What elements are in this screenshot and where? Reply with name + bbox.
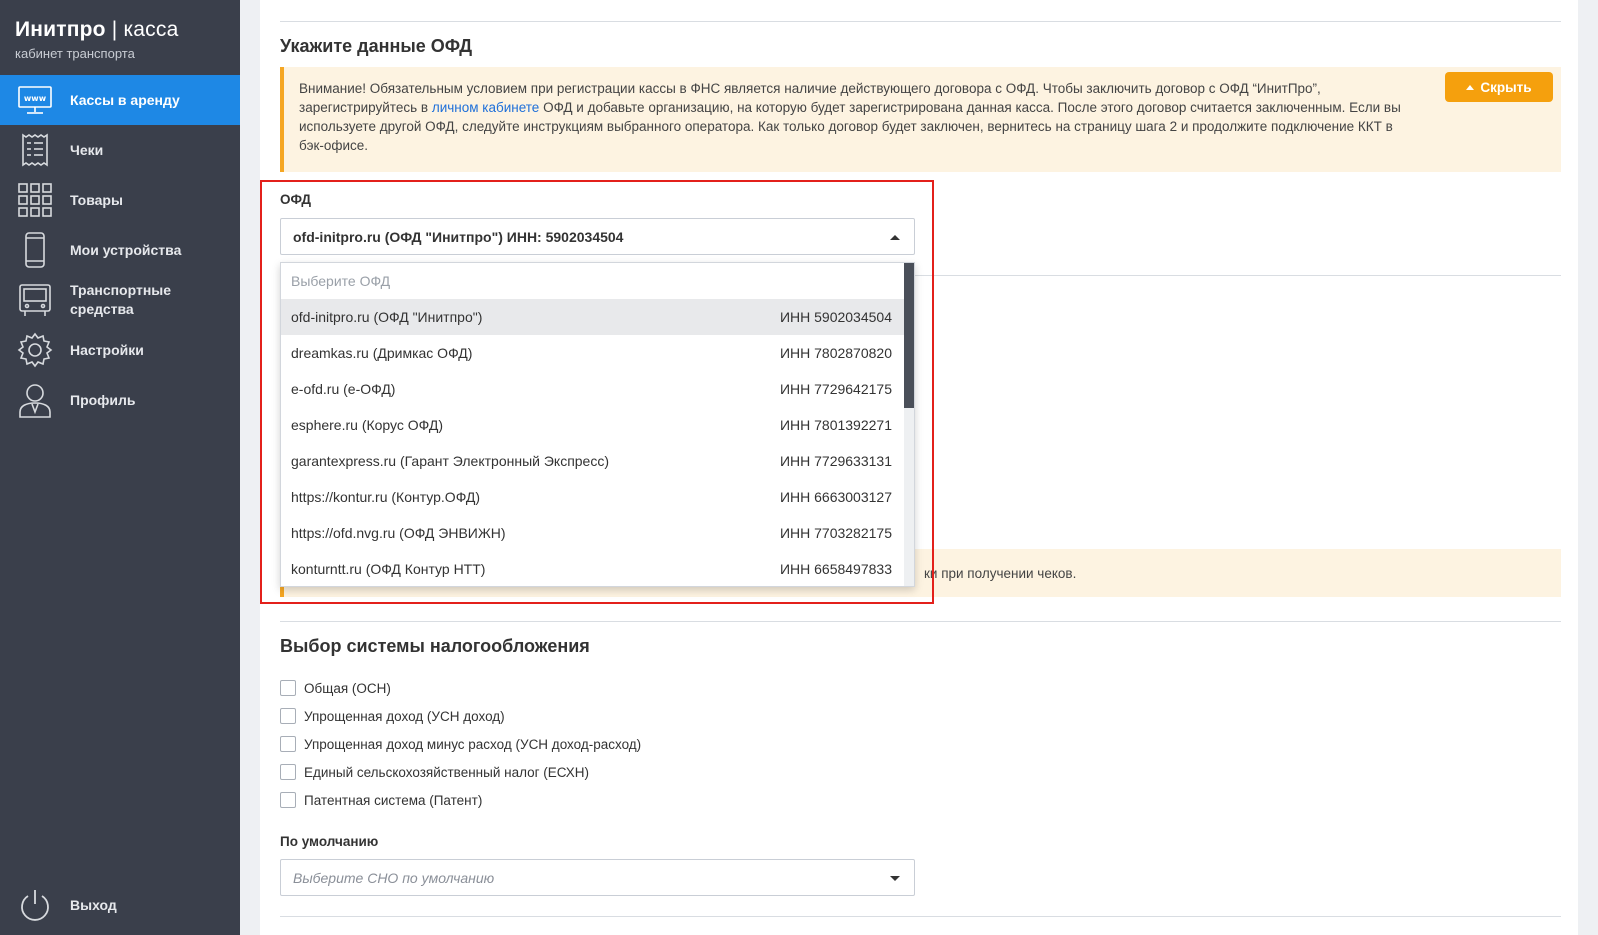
checkbox-label: Патентная система (Патент)	[304, 792, 483, 808]
bus-icon	[17, 282, 53, 318]
sidebar-item-label: Мои устройства	[70, 242, 182, 258]
checkbox[interactable]	[280, 792, 296, 808]
option-name: https://kontur.ru (Контур.ОФД)	[291, 489, 481, 505]
personal-cabinet-link[interactable]: личном кабинете	[432, 100, 540, 115]
brand-title: Инитпро | касса	[15, 18, 179, 41]
option-name: konturntt.ru (ОФД Контур НТТ)	[291, 561, 486, 577]
dropdown-placeholder: Выберите ОФД	[291, 273, 391, 289]
sidebar: Инитпро | касса кабинет транспорта www К…	[0, 0, 240, 935]
default-tax-placeholder: Выберите СНО по умолчанию	[293, 869, 495, 886]
sidebar-item-settings[interactable]: Настройки	[0, 325, 240, 375]
checkbox[interactable]	[280, 708, 296, 724]
divider	[280, 621, 1561, 622]
option-inn: ИНН 7729633131	[779, 453, 892, 469]
dropdown-option[interactable]: garantexpress.ru (Гарант Электронный Экс…	[281, 443, 914, 479]
dropdown-scrollbar-thumb[interactable]	[904, 263, 914, 408]
www-monitor-icon: www	[17, 82, 53, 118]
sidebar-item-label: Кассы в аренду	[70, 92, 180, 108]
user-icon	[17, 382, 53, 418]
checkbox[interactable]	[280, 680, 296, 696]
hide-button-label: Скрыть	[1480, 79, 1532, 95]
option-inn: ИНН 7729642175	[779, 381, 892, 397]
checkbox-label: Единый сельскохозяйственный налог (ЕСХН)	[304, 764, 590, 780]
ofd-notice: Внимание! Обязательным условием при реги…	[280, 67, 1561, 172]
ofd-select[interactable]: ofd-initpro.ru (ОФД "Инитпро") ИНН: 5902…	[280, 218, 915, 255]
default-tax-label: По умолчанию	[280, 834, 379, 849]
logout-label: Выход	[70, 897, 117, 913]
grid-icon	[17, 182, 53, 218]
dropdown-option[interactable]: https://ofd.nvg.ru (ОФД ЭНВИЖН) ИНН 77032…	[281, 515, 914, 551]
tax-option-eshn[interactable]: Единый сельскохозяйственный налог (ЕСХН)	[280, 764, 589, 780]
sidebar-item-receipts[interactable]: Чеки	[0, 125, 240, 175]
dropdown-option[interactable]: dreamkas.ru (Дримкас ОФД) ИНН 7802870820	[281, 335, 914, 371]
logout-button[interactable]: Выход	[0, 875, 240, 935]
dropdown-option[interactable]: https://kontur.ru (Контур.ОФД) ИНН 666300…	[281, 479, 914, 515]
triangle-up-icon	[1466, 84, 1475, 90]
option-name: esphere.ru (Корус ОФД)	[291, 417, 443, 433]
option-name: https://ofd.nvg.ru (ОФД ЭНВИЖН)	[291, 525, 506, 541]
ofd-field-label: ОФД	[280, 192, 311, 207]
tax-option-patent[interactable]: Патентная система (Патент)	[280, 792, 482, 808]
brand: Инитпро | касса кабинет транспорта	[0, 0, 240, 75]
dropdown-option[interactable]: esphere.ru (Корус ОФД) ИНН 7801392271	[281, 407, 914, 443]
sidebar-item-vehicles[interactable]: Транспортные средства	[0, 275, 240, 325]
option-inn: ИНН 5902034504	[779, 309, 892, 325]
checkbox[interactable]	[280, 764, 296, 780]
tax-section-title: Выбор системы налогообложения	[280, 636, 590, 656]
option-name: dreamkas.ru (Дримкас ОФД)	[291, 345, 473, 361]
sidebar-item-devices[interactable]: Мои устройства	[0, 225, 240, 275]
ofd-dropdown-list: Выберите ОФД ofd-initpro.ru (ОФД "Инитпр…	[280, 262, 915, 587]
notice-text: ки при получении чеков.	[924, 565, 1077, 581]
option-inn: ИНН 7703282175	[779, 525, 892, 541]
checkbox[interactable]	[280, 736, 296, 752]
ofd-selected-value: ofd-initpro.ru (ОФД "Инитпро") ИНН: 5902…	[293, 228, 624, 245]
chevron-up-icon	[890, 235, 900, 240]
sidebar-item-label: Чеки	[70, 142, 104, 158]
brand-subtitle: кабинет транспорта	[15, 46, 135, 61]
receipt-icon	[17, 132, 53, 168]
option-inn: ИНН 7801392271	[779, 417, 892, 433]
sidebar-item-label: Настройки	[70, 342, 144, 358]
ofd-section-title: Укажите данные ОФД	[280, 36, 473, 56]
option-inn: ИНН 6658497833	[779, 561, 892, 577]
sidebar-item-label: Товары	[70, 192, 123, 208]
hide-notice-button[interactable]: Скрыть	[1445, 72, 1553, 102]
tax-option-usn-income[interactable]: Упрощенная доход (УСН доход)	[280, 708, 505, 724]
dropdown-option[interactable]: konturntt.ru (ОФД Контур НТТ) ИНН 6658497…	[281, 551, 914, 586]
tax-option-usn-income-expense[interactable]: Упрощенная доход минус расход (УСН доход…	[280, 736, 641, 752]
option-name: ofd-initpro.ru (ОФД "Инитпро")	[291, 309, 483, 325]
sidebar-item-goods[interactable]: Товары	[0, 175, 240, 225]
option-name: e-ofd.ru (е-ОФД)	[291, 381, 396, 397]
chevron-down-icon	[890, 876, 900, 881]
svg-text:www: www	[24, 94, 47, 103]
phone-icon	[17, 232, 53, 268]
checkbox-label: Упрощенная доход минус расход (УСН доход…	[304, 736, 642, 752]
divider	[280, 21, 1561, 22]
tax-option-osn[interactable]: Общая (ОСН)	[280, 680, 391, 696]
dropdown-option[interactable]: ofd-initpro.ru (ОФД "Инитпро") ИНН 590203…	[281, 299, 914, 335]
checkbox-label: Упрощенная доход (УСН доход)	[304, 708, 505, 724]
default-tax-select[interactable]: Выберите СНО по умолчанию	[280, 859, 915, 896]
option-inn: ИНН 7802870820	[779, 345, 892, 361]
option-inn: ИНН 6663003127	[779, 489, 892, 505]
option-name: garantexpress.ru (Гарант Электронный Экс…	[291, 453, 610, 469]
gear-icon	[17, 332, 53, 368]
checkbox-label: Общая (ОСН)	[304, 680, 391, 696]
divider	[280, 916, 1561, 917]
main-content: Укажите данные ОФД Внимание! Обязательны…	[260, 0, 1578, 935]
sidebar-item-label: Транспортные средства	[70, 282, 172, 317]
sidebar-item-profile[interactable]: Профиль	[0, 375, 240, 425]
sidebar-item-label: Профиль	[70, 392, 136, 408]
power-icon	[17, 887, 53, 923]
dropdown-option[interactable]: e-ofd.ru (е-ОФД) ИНН 7729642175	[281, 371, 914, 407]
sidebar-item-rent-cashboxes[interactable]: www Кассы в аренду	[0, 75, 240, 125]
